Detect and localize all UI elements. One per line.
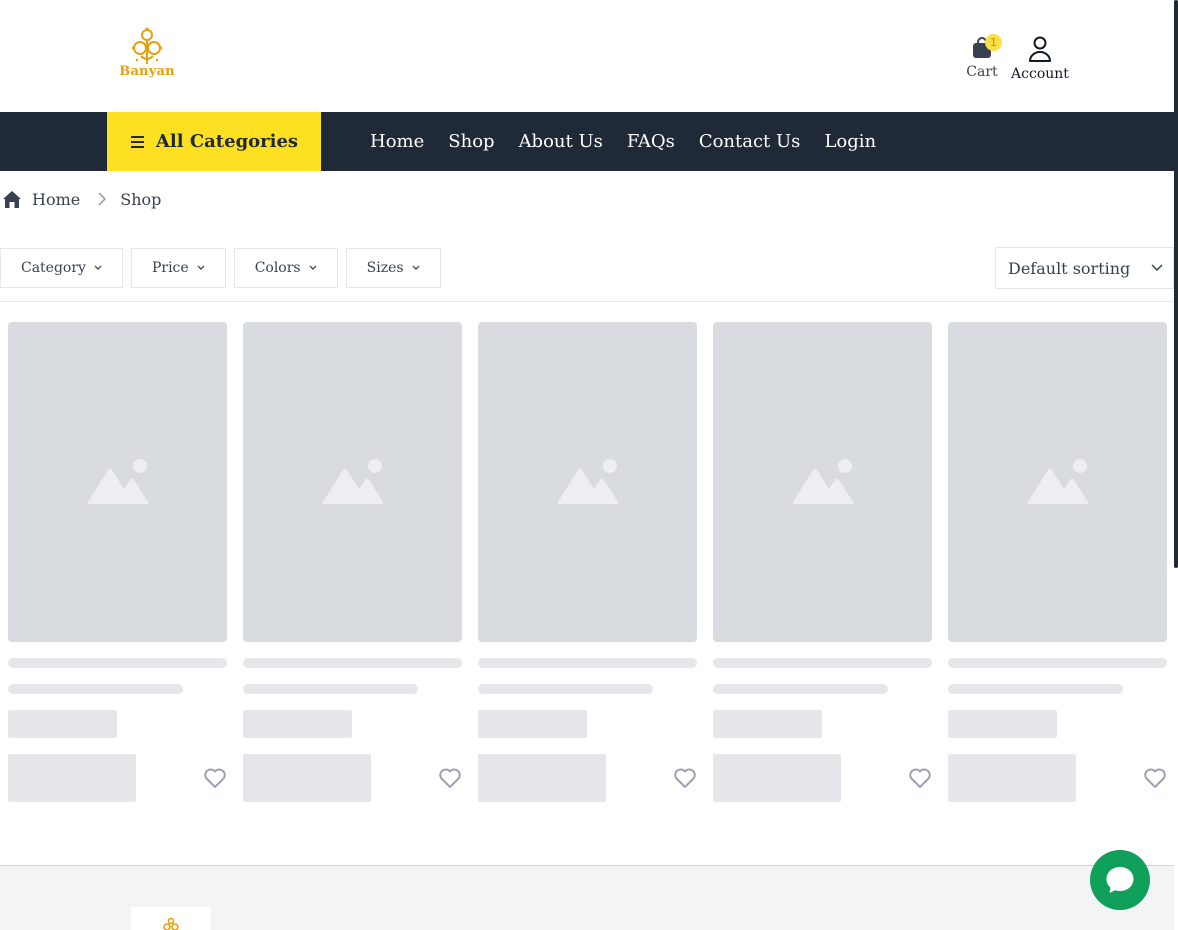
account-button[interactable]: Account	[1008, 36, 1072, 82]
title-skeleton	[243, 658, 462, 668]
filter-sizes-label: Sizes	[366, 260, 404, 276]
product-card-skeleton	[713, 322, 932, 802]
subtitle-skeleton	[8, 684, 183, 694]
nav-link-faqs[interactable]: FAQs	[615, 131, 687, 152]
image-placeholder	[948, 322, 1167, 642]
banyan-logo-icon	[163, 917, 179, 930]
sorting-selected-value: Default sorting	[1008, 258, 1131, 278]
product-card-skeleton	[8, 322, 227, 802]
image-placeholder-icon	[1027, 459, 1088, 504]
cart-count-badge: 1	[985, 34, 1002, 51]
subtitle-skeleton	[948, 684, 1123, 694]
nav-link-contact-us[interactable]: Contact Us	[687, 131, 813, 152]
filter-category-button[interactable]: Category	[0, 248, 123, 288]
cart-label: Cart	[966, 64, 998, 80]
breadcrumb: Home Shop	[2, 186, 161, 212]
image-placeholder	[243, 322, 462, 642]
add-to-cart-skeleton	[713, 754, 841, 802]
heart-icon[interactable]	[1143, 766, 1167, 790]
divider	[0, 301, 1174, 302]
add-to-cart-skeleton	[948, 754, 1076, 802]
image-placeholder	[713, 322, 932, 642]
image-placeholder-icon	[87, 459, 148, 504]
chevron-right-icon	[98, 192, 107, 206]
image-placeholder-icon	[792, 459, 853, 504]
filter-price-label: Price	[151, 260, 189, 276]
price-skeleton	[948, 710, 1057, 738]
cart-button[interactable]: 1 Cart	[962, 34, 1002, 80]
heart-icon[interactable]	[673, 766, 697, 790]
add-to-cart-skeleton	[8, 754, 136, 802]
page-scrollbar[interactable]	[1174, 0, 1178, 930]
filter-bar: Category Price Colors Sizes	[0, 248, 441, 288]
main-navbar: All Categories Home Shop About Us FAQs C…	[0, 112, 1174, 171]
price-skeleton	[713, 710, 822, 738]
image-placeholder	[8, 322, 227, 642]
filter-category-label: Category	[21, 260, 86, 276]
nav-link-home[interactable]: Home	[358, 131, 436, 152]
brand-logo[interactable]: Banyan	[118, 26, 176, 84]
product-card-skeleton	[478, 322, 697, 802]
heart-icon[interactable]	[203, 766, 227, 790]
nav-links: Home Shop About Us FAQs Contact Us Login	[358, 112, 888, 171]
subtitle-skeleton	[243, 684, 418, 694]
title-skeleton	[8, 658, 227, 668]
footer-logo[interactable]	[131, 907, 211, 930]
home-icon[interactable]	[2, 190, 22, 209]
user-icon	[1029, 36, 1051, 62]
filter-price-button[interactable]: Price	[130, 248, 226, 288]
heart-icon[interactable]	[438, 766, 462, 790]
chevron-down-icon	[197, 265, 205, 270]
breadcrumb-home[interactable]: Home	[32, 190, 80, 209]
title-skeleton	[948, 658, 1167, 668]
menu-icon	[130, 135, 144, 148]
price-skeleton	[243, 710, 352, 738]
nav-link-about-us[interactable]: About Us	[507, 131, 615, 152]
nav-link-shop[interactable]: Shop	[436, 131, 506, 152]
banyan-logo-icon	[131, 27, 163, 64]
heart-icon[interactable]	[908, 766, 932, 790]
all-categories-label: All Categories	[155, 131, 299, 152]
image-placeholder-icon	[322, 459, 383, 504]
product-card-skeleton	[948, 322, 1167, 802]
chat-bubble-icon	[1106, 867, 1134, 893]
scrollbar-thumb[interactable]	[1174, 0, 1178, 568]
chevron-down-icon	[309, 265, 317, 270]
filter-colors-label: Colors	[254, 260, 301, 276]
add-to-cart-skeleton	[478, 754, 606, 802]
brand-name: Banyan	[119, 64, 175, 79]
image-placeholder-icon	[557, 459, 618, 504]
chevron-down-icon	[412, 265, 420, 270]
sorting-select[interactable]: Default sorting	[995, 247, 1174, 289]
price-skeleton	[8, 710, 117, 738]
subtitle-skeleton	[478, 684, 653, 694]
site-footer	[0, 866, 1174, 930]
account-label: Account	[1011, 66, 1069, 82]
chevron-down-icon	[94, 265, 102, 270]
all-categories-button[interactable]: All Categories	[107, 112, 321, 171]
add-to-cart-skeleton	[243, 754, 371, 802]
product-card-skeleton	[243, 322, 462, 802]
title-skeleton	[478, 658, 697, 668]
product-grid	[8, 322, 1167, 802]
site-header: Banyan 1 Cart Account	[0, 0, 1174, 112]
title-skeleton	[713, 658, 932, 668]
image-placeholder	[478, 322, 697, 642]
subtitle-skeleton	[713, 684, 888, 694]
chevron-down-icon	[1151, 264, 1163, 272]
chat-button[interactable]	[1090, 850, 1150, 910]
price-skeleton	[478, 710, 587, 738]
nav-link-login[interactable]: Login	[812, 131, 888, 152]
filter-colors-button[interactable]: Colors	[233, 248, 338, 288]
filter-sizes-button[interactable]: Sizes	[345, 248, 441, 288]
breadcrumb-current: Shop	[120, 189, 162, 209]
